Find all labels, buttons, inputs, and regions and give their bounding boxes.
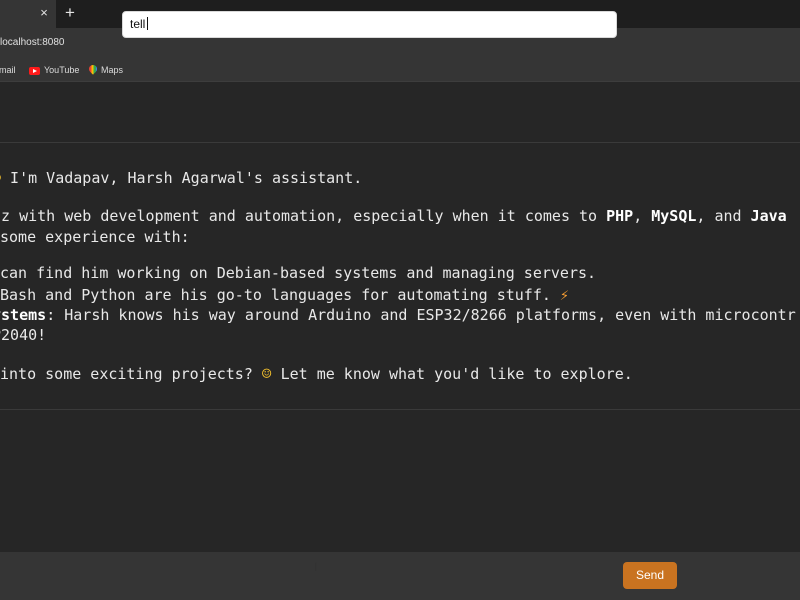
- message-line: ☺ I'm Vadapav, Harsh Agarwal's assistant…: [0, 168, 362, 188]
- chat-area: ☺ I'm Vadapav, Harsh Agarwal's assistant…: [0, 83, 800, 552]
- bookmark-maps[interactable]: Maps: [89, 64, 123, 77]
- message-line: Bash and Python are his go-to languages …: [0, 286, 569, 304]
- message-line: P2040!: [0, 326, 47, 344]
- youtube-icon: [29, 66, 40, 75]
- bookmark-gmail[interactable]: Gmail: [0, 64, 16, 77]
- message-line: ystems: Harsh knows his way around Ardui…: [0, 306, 796, 324]
- maps-icon: [89, 65, 97, 76]
- bookmark-label: Gmail: [0, 65, 16, 75]
- bookmarks-bar: Gmail YouTube Maps: [0, 58, 800, 82]
- active-tab[interactable]: ×: [0, 0, 56, 28]
- assistant-message: ☺ I'm Vadapav, Harsh Agarwal's assistant…: [0, 142, 800, 410]
- message-input[interactable]: tell: [122, 11, 617, 38]
- close-tab-icon[interactable]: ×: [37, 5, 51, 21]
- text-cursor-icon: I: [314, 560, 318, 574]
- new-tab-icon[interactable]: +: [62, 4, 78, 22]
- bookmark-youtube[interactable]: YouTube: [29, 64, 79, 77]
- smile-emoji-icon: ☺: [261, 364, 272, 383]
- bookmark-label: YouTube: [44, 65, 80, 75]
- url-text[interactable]: localhost:8080: [0, 37, 65, 48]
- message-line: iz with web development and automation, …: [0, 207, 787, 225]
- text-caret: [147, 17, 149, 30]
- send-button[interactable]: Send: [623, 562, 677, 589]
- lightning-icon: ⚡: [559, 286, 569, 304]
- message-line: some experience with:: [0, 228, 190, 246]
- message-line: into some exciting projects? ☺ Let me kn…: [0, 364, 633, 383]
- bookmark-label: Maps: [101, 65, 124, 75]
- message-line: can find him working on Debian-based sys…: [0, 264, 597, 282]
- input-bar: [0, 552, 800, 600]
